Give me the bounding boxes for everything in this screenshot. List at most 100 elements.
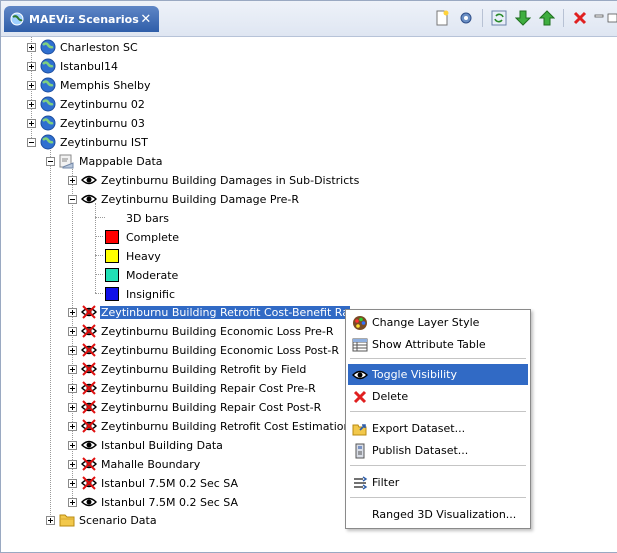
collapse-toggle[interactable] bbox=[68, 194, 77, 204]
tree-item-label: Zeytinburnu Building Economic Loss Pre-R bbox=[101, 324, 334, 338]
expand-toggle[interactable] bbox=[27, 99, 36, 109]
hidden-eye-icon bbox=[81, 418, 97, 434]
hidden-eye-icon bbox=[81, 323, 97, 339]
tree-item-scenario-data[interactable]: Scenario Data bbox=[46, 511, 158, 529]
tree-item-layer[interactable]: Zeytinburnu Building Repair Cost Pre-R bbox=[68, 379, 317, 397]
expand-toggle[interactable] bbox=[68, 364, 77, 374]
legend-item: Complete bbox=[105, 228, 180, 246]
expand-toggle[interactable] bbox=[68, 307, 77, 317]
globe-icon bbox=[40, 77, 56, 93]
move-down-button[interactable] bbox=[512, 7, 534, 29]
eye-icon bbox=[81, 191, 97, 207]
remove-button[interactable] bbox=[569, 7, 591, 29]
new-scenario-button[interactable] bbox=[431, 7, 453, 29]
tree-item-layer[interactable]: Zeytinburnu Building Damages in Sub-Dist… bbox=[68, 171, 360, 189]
collapse-toggle[interactable] bbox=[46, 156, 55, 166]
legend-label: Heavy bbox=[126, 249, 161, 263]
globe-icon bbox=[40, 96, 56, 112]
tree-item-mappable-data[interactable]: Mappable Data bbox=[46, 152, 164, 170]
tree-item-label: Zeytinburnu Building Repair Cost Pre-R bbox=[101, 381, 316, 395]
tree-item-scenario[interactable]: Zeytinburnu 02 bbox=[27, 95, 146, 113]
tree-item-label: Istanbul 7.5M 0.2 Sec SA bbox=[101, 476, 238, 490]
maximize-button[interactable] bbox=[607, 7, 617, 29]
tree-item-label: Charleston SC bbox=[60, 40, 138, 54]
menu-item-filter[interactable]: Filter bbox=[348, 472, 528, 493]
menu-item-publish-dataset[interactable]: Publish Dataset... bbox=[348, 440, 528, 461]
expand-toggle[interactable] bbox=[27, 80, 36, 90]
new-icon bbox=[436, 10, 449, 26]
tree-item-layer[interactable]: Zeytinburnu Building Retrofit Cost Estim… bbox=[68, 417, 352, 435]
table-icon bbox=[352, 337, 368, 353]
menu-item-label: Delete bbox=[372, 390, 409, 403]
view-toolbar bbox=[430, 6, 617, 30]
eye-icon bbox=[81, 494, 97, 510]
expand-toggle[interactable] bbox=[68, 440, 77, 450]
tree-item-label: Mappable Data bbox=[79, 154, 163, 168]
eye-icon bbox=[81, 437, 97, 453]
minimize-button[interactable] bbox=[593, 7, 605, 29]
menu-item-ranged-3d-visualization[interactable]: Ranged 3D Visualization... bbox=[348, 504, 528, 525]
tree-item-layer[interactable]: Zeytinburnu Building Economic Loss Post-… bbox=[68, 341, 340, 359]
menu-item-export-dataset[interactable]: Export Dataset... bbox=[348, 418, 528, 439]
expand-toggle[interactable] bbox=[68, 459, 77, 469]
expand-toggle[interactable] bbox=[68, 326, 77, 336]
palette-icon bbox=[352, 315, 368, 331]
tree-item-scenario[interactable]: Zeytinburnu 03 bbox=[27, 114, 146, 132]
expand-toggle[interactable] bbox=[68, 402, 77, 412]
expand-toggle[interactable] bbox=[68, 345, 77, 355]
expand-toggle[interactable] bbox=[68, 497, 77, 507]
tree-item-label: Zeytinburnu Building Damages in Sub-Dist… bbox=[101, 173, 360, 187]
menu-item-label: Publish Dataset... bbox=[372, 444, 469, 457]
tree-item-scenario[interactable]: Zeytinburnu IST bbox=[27, 133, 149, 151]
tree-item-layer[interactable]: Zeytinburnu Building Damage Pre-R bbox=[68, 190, 300, 208]
expand-toggle[interactable] bbox=[68, 383, 77, 393]
expand-toggle[interactable] bbox=[27, 61, 36, 71]
export-icon bbox=[352, 421, 368, 437]
toolbar-separator bbox=[563, 9, 564, 27]
tree-item-layer[interactable]: Zeytinburnu Building Retrofit Cost-Benef… bbox=[68, 303, 350, 321]
expand-toggle[interactable] bbox=[68, 421, 77, 431]
expand-toggle[interactable] bbox=[27, 42, 36, 52]
menu-item-toggle-visibility[interactable]: Toggle Visibility bbox=[348, 364, 528, 385]
menu-item-delete[interactable]: Delete bbox=[348, 386, 528, 407]
tree-item-scenario[interactable]: Charleston SC bbox=[27, 38, 139, 56]
refresh-button[interactable] bbox=[488, 7, 510, 29]
expand-toggle[interactable] bbox=[68, 175, 77, 185]
tree-item-label: Istanbul 7.5M 0.2 Sec SA bbox=[101, 495, 238, 509]
menu-item-change-layer-style[interactable]: Change Layer Style bbox=[348, 312, 528, 333]
close-tab-button[interactable]: ✕ bbox=[139, 12, 153, 27]
expand-toggle[interactable] bbox=[68, 478, 77, 488]
menu-item-label: Toggle Visibility bbox=[372, 368, 457, 381]
menu-item-show-attribute-table[interactable]: Show Attribute Table bbox=[348, 334, 528, 355]
tree-item-label: Istanbul14 bbox=[60, 59, 119, 73]
legend-label: Complete bbox=[126, 230, 180, 244]
expand-toggle[interactable] bbox=[46, 515, 55, 525]
tree-item-layer[interactable]: Istanbul 7.5M 0.2 Sec SA bbox=[68, 493, 239, 511]
layer-context-menu: Change Layer Style Show Attribute Table … bbox=[345, 309, 531, 529]
tree-item-scenario[interactable]: Memphis Shelby bbox=[27, 76, 151, 94]
tree-item-label: Scenario Data bbox=[79, 513, 157, 527]
tree-item-layer[interactable]: Istanbul 7.5M 0.2 Sec SA bbox=[68, 474, 239, 492]
menu-item-label: Ranged 3D Visualization... bbox=[372, 508, 517, 521]
publish-icon bbox=[352, 443, 368, 459]
tree-item-layer[interactable]: Zeytinburnu Building Retrofit by Field bbox=[68, 360, 307, 378]
tree-item-layer[interactable]: Zeytinburnu Building Repair Cost Post-R bbox=[68, 398, 322, 416]
scenarios-view: MAEViz Scenarios ✕ Charleston SC Istanbu… bbox=[0, 0, 617, 553]
tree-guide bbox=[95, 236, 103, 237]
tree-item-label: Memphis Shelby bbox=[60, 78, 151, 92]
expand-toggle[interactable] bbox=[27, 118, 36, 128]
tree-item-layer[interactable]: Mahalle Boundary bbox=[68, 455, 201, 473]
legend-title-label: 3D bars bbox=[126, 211, 169, 225]
move-up-button[interactable] bbox=[536, 7, 558, 29]
tree-item-scenario[interactable]: Istanbul14 bbox=[27, 57, 119, 75]
tree-item-layer[interactable]: Zeytinburnu Building Economic Loss Pre-R bbox=[68, 322, 334, 340]
eye-icon bbox=[81, 172, 97, 188]
menu-item-label: Change Layer Style bbox=[372, 316, 480, 329]
tab-maeviz-scenarios[interactable]: MAEViz Scenarios ✕ bbox=[4, 6, 159, 32]
remove-icon bbox=[573, 11, 587, 25]
tree-guide bbox=[95, 274, 103, 275]
settings-button[interactable] bbox=[455, 7, 477, 29]
collapse-toggle[interactable] bbox=[27, 137, 36, 147]
tree-item-layer[interactable]: Istanbul Building Data bbox=[68, 436, 224, 454]
legend-swatch-heavy bbox=[105, 249, 119, 263]
